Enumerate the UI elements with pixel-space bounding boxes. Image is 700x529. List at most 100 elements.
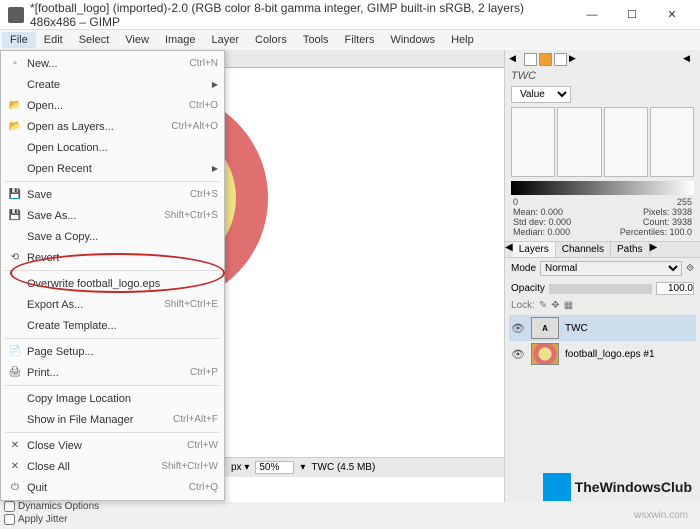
menu-item-label: Revert [27, 252, 218, 264]
menu-item-create[interactable]: Create▶ [1, 74, 224, 95]
menu-item-shortcut: Ctrl+Alt+O [171, 121, 218, 132]
menu-item-revert[interactable]: ⟲Revert [1, 247, 224, 268]
layer-name[interactable]: TWC [565, 323, 588, 334]
blend-icon[interactable]: ⟐ [686, 263, 694, 274]
menu-item-icon [7, 413, 23, 427]
menu-file[interactable]: File [2, 32, 36, 48]
tab-channels[interactable]: Channels [556, 242, 611, 257]
gradient-strip[interactable] [511, 181, 694, 195]
lock-position-icon[interactable]: ✥ [551, 300, 559, 311]
dock-tab-2[interactable] [539, 53, 552, 66]
menu-item-icon: 📄 [7, 345, 23, 359]
menu-colors[interactable]: Colors [247, 32, 295, 48]
menu-item-label: Create Template... [27, 320, 218, 332]
visibility-icon[interactable]: 👁 [511, 322, 525, 335]
menu-item-save-as[interactable]: 💾Save As...Shift+Ctrl+S [1, 205, 224, 226]
dock-tab-3[interactable] [554, 53, 567, 66]
menu-item-shortcut: Ctrl+S [190, 189, 218, 200]
submenu-arrow-icon: ▶ [212, 80, 218, 89]
lock-label: Lock: [511, 300, 535, 311]
layer-item[interactable]: 👁 A TWC [509, 315, 696, 341]
opacity-input[interactable] [656, 282, 694, 295]
menu-item-create-template[interactable]: Create Template... [1, 315, 224, 336]
layer-tab-arrow-left-icon[interactable]: ◀ [505, 242, 513, 257]
menu-item-new[interactable]: ▫New...Ctrl+N [1, 53, 224, 74]
menu-item-close-all[interactable]: ✕Close AllShift+Ctrl+W [1, 456, 224, 477]
minimize-button[interactable]: — [572, 1, 612, 29]
menu-item-show-in-file-manager[interactable]: Show in File ManagerCtrl+Alt+F [1, 409, 224, 430]
zoom-select[interactable]: 50% [255, 461, 294, 474]
menu-edit[interactable]: Edit [36, 32, 71, 48]
menu-select[interactable]: Select [71, 32, 118, 48]
menu-item-open[interactable]: 📂Open...Ctrl+O [1, 95, 224, 116]
layer-tab-arrow-right-icon[interactable]: ▶ [650, 242, 658, 257]
menu-item-label: Quit [27, 482, 189, 494]
menu-item-label: Export As... [27, 299, 164, 311]
menu-item-shortcut: Ctrl+Alt+F [173, 414, 218, 425]
channel-select[interactable]: Value [511, 86, 571, 103]
tab-paths[interactable]: Paths [611, 242, 650, 257]
menu-item-label: Open Location... [27, 142, 218, 154]
menu-item-save-a-copy[interactable]: Save a Copy... [1, 226, 224, 247]
menu-item-label: Copy Image Location [27, 393, 218, 405]
menu-item-label: Overwrite football_logo.eps [27, 278, 218, 290]
menu-item-label: Save a Copy... [27, 231, 218, 243]
menu-item-icon [7, 319, 23, 333]
menu-item-copy-image-location[interactable]: Copy Image Location [1, 388, 224, 409]
menu-separator [5, 385, 220, 386]
menubar: File Edit Select View Image Layer Colors… [0, 30, 700, 50]
layer-item[interactable]: 👁 football_logo.eps #1 [509, 341, 696, 367]
unit-select[interactable]: px ▾ [231, 462, 249, 473]
menu-item-icon: 🖨 [7, 366, 23, 380]
opacity-slider[interactable] [549, 284, 652, 294]
menu-separator [5, 432, 220, 433]
menu-item-shortcut: Shift+Ctrl+W [161, 461, 218, 472]
menu-item-overwrite-football-logo-eps[interactable]: Overwrite football_logo.eps [1, 273, 224, 294]
menu-tools[interactable]: Tools [295, 32, 337, 48]
mode-select[interactable]: Normal [540, 261, 682, 276]
dynamics-options-expand[interactable] [4, 501, 15, 512]
dock-menu-icon[interactable]: ◀ [683, 53, 696, 66]
menu-item-export-as[interactable]: Export As...Shift+Ctrl+E [1, 294, 224, 315]
submenu-arrow-icon: ▶ [212, 164, 218, 173]
close-button[interactable]: ✕ [652, 1, 692, 29]
menu-separator [5, 270, 220, 271]
menu-item-label: Show in File Manager [27, 414, 173, 426]
dock-arrow-right-icon[interactable]: ▶ [569, 53, 582, 66]
menu-item-icon: ✕ [7, 460, 23, 474]
menu-help[interactable]: Help [443, 32, 482, 48]
lock-alpha-icon[interactable]: ▦ [564, 300, 573, 311]
dock-tab-1[interactable] [524, 53, 537, 66]
window-title: *[football_logo] (imported)-2.0 (RGB col… [30, 1, 572, 29]
menu-item-close-view[interactable]: ✕Close ViewCtrl+W [1, 435, 224, 456]
dock-arrow-left-icon[interactable]: ◀ [509, 53, 522, 66]
titlebar: *[football_logo] (imported)-2.0 (RGB col… [0, 0, 700, 30]
menu-filters[interactable]: Filters [337, 32, 383, 48]
menu-item-print[interactable]: 🖨Print...Ctrl+P [1, 362, 224, 383]
menu-windows[interactable]: Windows [382, 32, 443, 48]
lock-pixels-icon[interactable]: ✎ [539, 300, 547, 311]
tab-layers[interactable]: Layers [513, 242, 556, 257]
watermark: TheWindowsClub [543, 473, 692, 501]
menu-item-label: Close View [27, 440, 187, 452]
menu-item-save[interactable]: 💾SaveCtrl+S [1, 184, 224, 205]
menu-item-quit[interactable]: ⏻QuitCtrl+Q [1, 477, 224, 498]
menu-separator [5, 181, 220, 182]
maximize-button[interactable]: ☐ [612, 1, 652, 29]
menu-image[interactable]: Image [157, 32, 204, 48]
file-menu-dropdown: ▫New...Ctrl+NCreate▶📂Open...Ctrl+O📂Open … [0, 50, 225, 501]
menu-layer[interactable]: Layer [204, 32, 248, 48]
layer-name[interactable]: football_logo.eps #1 [565, 349, 655, 360]
menu-item-icon: ▫ [7, 57, 23, 71]
menu-item-open-location[interactable]: Open Location... [1, 137, 224, 158]
menu-view[interactable]: View [117, 32, 157, 48]
dock-tabs[interactable]: ◀ ▶ ◀ [505, 50, 700, 68]
menu-item-icon [7, 78, 23, 92]
menu-item-open-recent[interactable]: Open Recent▶ [1, 158, 224, 179]
menu-item-open-as-layers[interactable]: 📂Open as Layers...Ctrl+Alt+O [1, 116, 224, 137]
mode-label: Mode [511, 263, 536, 274]
visibility-icon[interactable]: 👁 [511, 348, 525, 361]
apply-jitter-checkbox[interactable] [4, 514, 15, 525]
canvas-statusbar: px ▾ 50% ▾ TWC (4.5 MB) [225, 457, 504, 477]
menu-item-page-setup[interactable]: 📄Page Setup... [1, 341, 224, 362]
